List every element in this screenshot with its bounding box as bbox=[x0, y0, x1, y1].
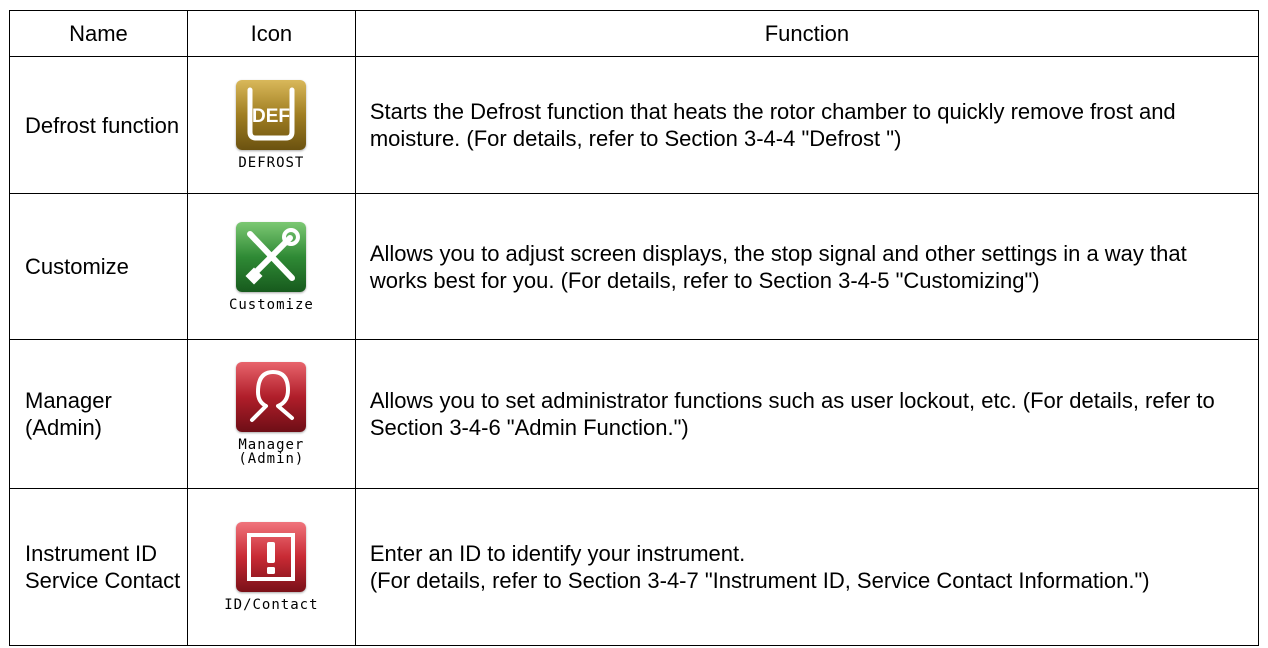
icon-label: ID/Contact bbox=[224, 597, 319, 613]
row-name: Instrument ID Service Contact bbox=[9, 488, 188, 646]
icon-label: Manager (Admin) bbox=[238, 437, 305, 467]
row-function: Starts the Defrost function that heats t… bbox=[354, 56, 1260, 194]
table-row: Manager (Admin) Manager (Admin) Allows y… bbox=[9, 339, 1260, 489]
customize-icon bbox=[236, 221, 307, 292]
icon-label: DEFROST bbox=[238, 155, 305, 171]
row-function: Allows you to set administrator function… bbox=[354, 339, 1260, 489]
function-line: Enter an ID to identify your instrument. bbox=[369, 541, 746, 566]
row-function: Enter an ID to identify your instrument.… bbox=[354, 488, 1260, 646]
row-icon-cell: ID/Contact bbox=[186, 488, 356, 646]
function-line: (For details, refer to Section 3-4-7 "In… bbox=[369, 568, 1150, 593]
header-icon: Icon bbox=[186, 10, 356, 57]
table-header-row: Name Icon Function bbox=[9, 10, 1260, 57]
header-function: Function bbox=[354, 10, 1260, 57]
header-name: Name bbox=[9, 10, 188, 57]
row-name: Manager (Admin) bbox=[9, 339, 188, 489]
row-name: Defrost function bbox=[9, 56, 188, 194]
row-function: Allows you to adjust screen displays, th… bbox=[354, 193, 1260, 340]
defrost-icon: DEF bbox=[236, 80, 307, 150]
defrost-icon-text: DEF bbox=[252, 106, 290, 127]
table-row: Instrument ID Service Contact ID/Contact… bbox=[9, 488, 1260, 646]
table-row: Defrost function DEF DEFROST Starts the … bbox=[9, 56, 1260, 194]
row-icon-cell: Manager (Admin) bbox=[186, 339, 356, 489]
row-icon-cell: Customize bbox=[186, 193, 356, 340]
icon-label: Customize bbox=[228, 296, 314, 313]
row-name: Customize bbox=[9, 193, 188, 340]
function-table: Name Icon Function Defrost function DEF … bbox=[9, 10, 1260, 646]
table-row: Customize Customize Allows you to adjust… bbox=[9, 193, 1260, 340]
id-contact-icon bbox=[236, 522, 307, 592]
manager-icon bbox=[236, 362, 307, 432]
row-icon-cell: DEF DEFROST bbox=[186, 56, 356, 194]
